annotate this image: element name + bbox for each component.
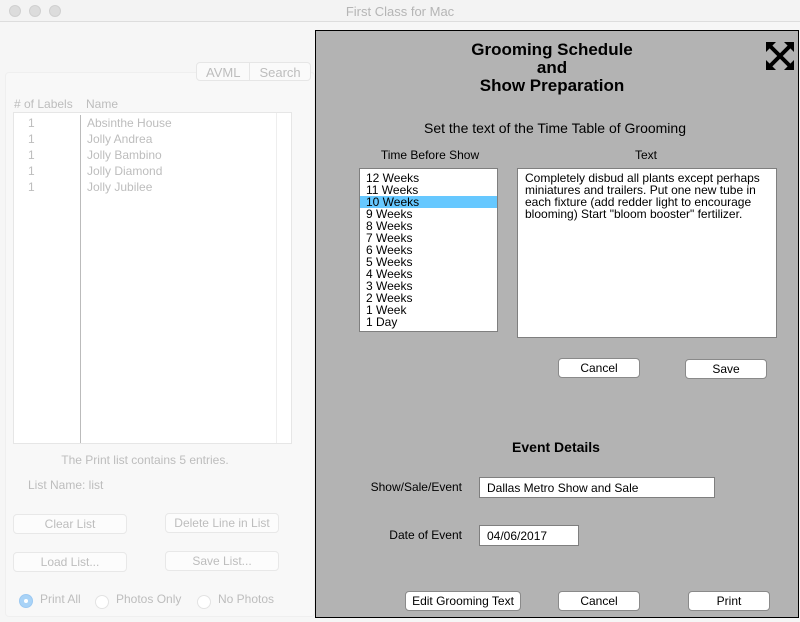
- dialog-title: Grooming Schedule and Show Preparation: [316, 41, 788, 95]
- radio-no-photos-label[interactable]: No Photos: [218, 592, 274, 606]
- show-label: Show/Sale/Event: [370, 480, 462, 494]
- plant-name: Jolly Andrea: [87, 132, 153, 146]
- label-count: 1: [28, 164, 35, 178]
- scrollbar-track[interactable]: [276, 113, 277, 443]
- text-header: Text: [634, 148, 657, 162]
- label-count: 1: [28, 116, 35, 130]
- close-arrows-icon[interactable]: [766, 42, 794, 70]
- time-list[interactable]: 12 Weeks 11 Weeks 10 Weeks 9 Weeks 8 Weeks 7 …: [359, 168, 498, 332]
- clear-list-button[interactable]: Clear List: [13, 514, 127, 534]
- print-list[interactable]: 1 Absinthe House 1 Jolly Andrea 1 Jolly Bambi…: [13, 112, 292, 444]
- plant-name: Absinthe House: [87, 116, 172, 130]
- tab-avml[interactable]: AVML: [197, 63, 249, 80]
- radio-print-all-label[interactable]: Print All: [40, 592, 81, 606]
- edit-grooming-text-button[interactable]: Edit Grooming Text: [405, 591, 521, 611]
- list-row[interactable]: 1 Jolly Jubilee: [14, 180, 274, 196]
- window-title: First Class for Mac: [345, 4, 455, 19]
- delete-line-button[interactable]: Delete Line in List: [165, 513, 279, 533]
- list-name: List Name: list: [28, 478, 104, 492]
- event-details-header: Event Details: [512, 439, 600, 455]
- list-status: The Print list contains 5 entries.: [61, 453, 229, 467]
- column-header-name[interactable]: Name: [86, 97, 118, 111]
- time-header: Time Before Show: [380, 148, 480, 162]
- plant-name: Jolly Diamond: [87, 164, 163, 178]
- list-row[interactable]: 1 Absinthe House: [14, 116, 274, 132]
- load-list-button[interactable]: Load List...: [13, 552, 127, 572]
- list-row[interactable]: 1 Jolly Diamond: [14, 164, 274, 180]
- column-header-labels[interactable]: # of Labels: [14, 97, 73, 111]
- radio-no-photos[interactable]: [197, 595, 211, 609]
- list-row[interactable]: 1 Jolly Bambino: [14, 148, 274, 164]
- tab-bar: AVML Search: [196, 62, 311, 81]
- list-row[interactable]: 1 Jolly Andrea: [14, 132, 274, 148]
- plant-name: Jolly Jubilee: [87, 180, 153, 194]
- cancel-text-button[interactable]: Cancel: [558, 358, 640, 378]
- date-label: Date of Event: [389, 528, 462, 542]
- grooming-text-area[interactable]: Completely disbud all plants except perh…: [517, 168, 777, 338]
- grooming-schedule-dialog: Grooming Schedule and Show Preparation S…: [315, 30, 799, 618]
- print-button[interactable]: Print: [688, 591, 770, 611]
- title-bar: First Class for Mac: [0, 0, 800, 22]
- radio-print-all[interactable]: [19, 594, 33, 608]
- date-input[interactable]: 04/06/2017: [479, 525, 579, 546]
- title-line: Grooming Schedule: [471, 40, 633, 59]
- show-input[interactable]: Dallas Metro Show and Sale: [479, 477, 715, 498]
- title-line: Show Preparation: [479, 76, 625, 95]
- tab-search[interactable]: Search: [249, 63, 309, 80]
- radio-photos-only[interactable]: [95, 595, 109, 609]
- title-line: and: [536, 58, 568, 77]
- radio-photos-only-label[interactable]: Photos Only: [116, 592, 181, 606]
- dialog-subtitle: Set the text of the Time Table of Groomi…: [424, 120, 686, 136]
- save-list-button[interactable]: Save List...: [165, 551, 279, 571]
- label-count: 1: [28, 148, 35, 162]
- label-count: 1: [28, 132, 35, 146]
- plant-name: Jolly Bambino: [87, 148, 162, 162]
- time-option[interactable]: 1 Day: [360, 316, 497, 328]
- label-count: 1: [28, 180, 35, 194]
- save-text-button[interactable]: Save: [685, 359, 767, 379]
- cancel-button[interactable]: Cancel: [558, 591, 640, 611]
